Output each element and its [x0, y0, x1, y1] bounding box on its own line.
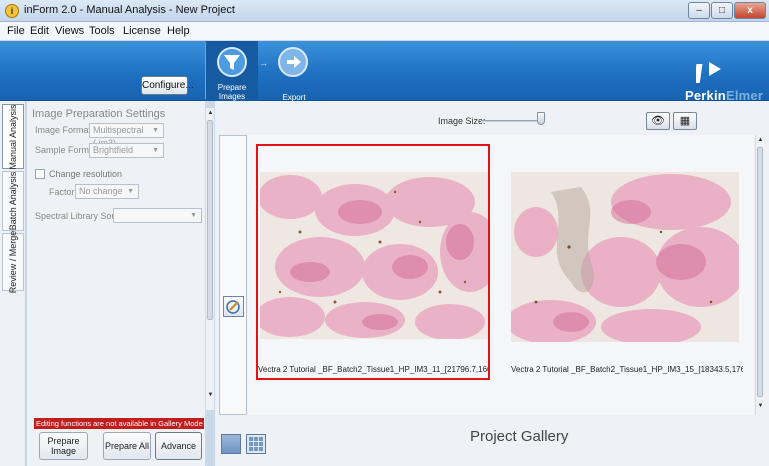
image-format-label: Image Format: [35, 125, 94, 135]
spectral-library-select[interactable]: ▼ [113, 208, 202, 223]
prepare-image-button[interactable]: Prepare Image [39, 432, 88, 460]
image-caption-1: Vectra 2 Tutorial _BF_Batch2_Tissue1_HP_… [258, 365, 488, 374]
scroll-down-icon[interactable]: ▼ [206, 392, 215, 398]
sample-format-value: Brightfield [93, 145, 134, 155]
chevron-down-icon: ▼ [152, 127, 159, 134]
side-tab-strip: Manual Analysis Batch Analysis Review / … [0, 101, 26, 466]
gallery-image-2[interactable] [511, 172, 739, 342]
gallery-side-strip [219, 135, 247, 415]
close-button[interactable]: x [734, 2, 766, 19]
scroll-up-icon[interactable]: ▲ [206, 110, 215, 116]
chevron-down-icon: ▼ [190, 212, 197, 219]
image-caption-2: Vectra 2 Tutorial _BF_Batch2_Tissue1_HP_… [511, 365, 743, 374]
image-size-slider[interactable] [481, 120, 543, 122]
scroll-up-icon[interactable]: ▲ [756, 137, 765, 143]
scroll-thumb[interactable] [207, 120, 213, 320]
minimize-button[interactable]: – [688, 2, 710, 19]
chevron-down-icon: ▼ [152, 147, 159, 154]
maximize-button[interactable]: □ [711, 2, 733, 19]
app-icon: i [5, 4, 19, 18]
gallery-scrollbar[interactable]: ▲ ▼ [755, 135, 764, 415]
title-bar: i inForm 2.0 - Manual Analysis - New Pro… [0, 0, 769, 22]
selected-image-frame [256, 144, 490, 380]
factor-label: Factor: [49, 187, 78, 197]
section-title: Image Preparation Settings [32, 108, 166, 120]
sample-format-select[interactable]: Brightfield ▼ [89, 143, 164, 158]
tissue-image [511, 172, 739, 342]
advance-button[interactable]: Advance [155, 432, 202, 460]
window-title: inForm 2.0 - Manual Analysis - New Proje… [24, 4, 235, 16]
image-size-label: Image Size: [438, 116, 486, 126]
scroll-thumb[interactable] [757, 147, 763, 397]
arrow-right-icon[interactable] [278, 47, 308, 77]
step-arrow-icon: → [259, 58, 268, 68]
change-resolution-checkbox[interactable] [35, 169, 45, 179]
ribbon [0, 41, 769, 101]
prepare-all-button[interactable]: Prepare All [103, 432, 151, 460]
menu-license[interactable]: License [123, 25, 161, 37]
image-size-slider-thumb[interactable] [537, 112, 545, 125]
configure-button[interactable]: Configure... [141, 76, 194, 95]
scroll-down-icon[interactable]: ▼ [756, 403, 765, 409]
tab-label: Batch Analysis [8, 171, 18, 231]
menu-help[interactable]: Help [167, 25, 190, 37]
factor-value: No change [79, 186, 123, 196]
tab-batch-analysis[interactable]: Batch Analysis [2, 171, 24, 231]
tab-label: Review / Merge [8, 230, 18, 294]
gallery-title: Project Gallery [470, 428, 569, 445]
single-view-icon[interactable] [221, 434, 241, 454]
funnel-icon[interactable] [217, 47, 247, 77]
chevron-down-icon: ▼ [127, 188, 134, 195]
tab-label: Manual Analysis [8, 103, 18, 170]
grid-view-icon[interactable]: ▦ [673, 112, 697, 130]
grid-view-toggle-icon[interactable] [246, 434, 266, 454]
image-format-select[interactable]: Multispectral (.im3)▼ [89, 123, 164, 148]
perkinelmer-logo-icon [693, 60, 724, 84]
menu-tools[interactable]: Tools [89, 25, 115, 37]
eye-icon[interactable]: 👁 [646, 112, 670, 130]
tab-review-merge[interactable]: Review / Merge [2, 230, 24, 294]
menu-views[interactable]: Views [55, 25, 84, 37]
step-label-prepare[interactable]: Prepare Images [209, 83, 255, 101]
menu-edit[interactable]: Edit [30, 25, 49, 37]
gallery-mode-warning: Editing functions are not available in G… [34, 418, 204, 429]
change-resolution-label: Change resolution [49, 169, 123, 179]
left-panel-scrollbar[interactable]: ▲ ▼ [205, 108, 214, 410]
menu-file[interactable]: File [7, 25, 25, 37]
tab-manual-analysis[interactable]: Manual Analysis [2, 104, 24, 169]
factor-select[interactable]: No change ▼ [75, 184, 139, 199]
menu-bar: File Edit Views Tools License Help [0, 22, 769, 41]
edit-icon[interactable] [223, 296, 244, 317]
